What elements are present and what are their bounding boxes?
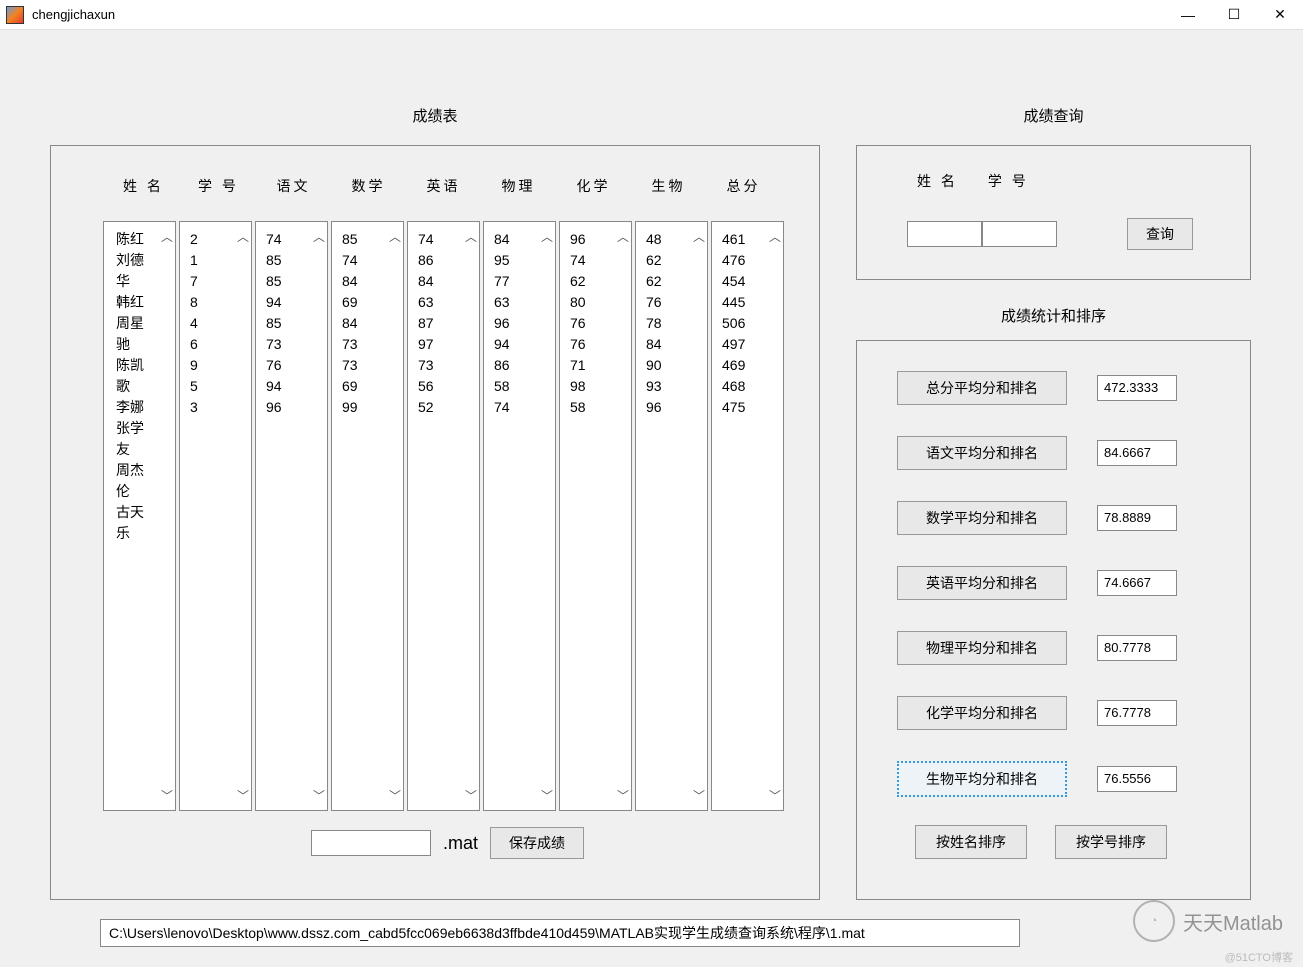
score-table-title: 成绩表: [50, 105, 820, 126]
list-physics[interactable]: 84 95 77 63 96 94 86 58 74︿﹀: [483, 221, 556, 811]
close-button[interactable]: ✕: [1257, 0, 1303, 30]
scroll-up-icon[interactable]: ︿: [161, 228, 173, 245]
list-chinese[interactable]: 74 85 85 94 85 73 76 94 96︿﹀: [255, 221, 328, 811]
filename-input[interactable]: [311, 830, 431, 856]
sort-by-id-button[interactable]: 按学号排序: [1055, 825, 1167, 859]
scroll-down-icon[interactable]: ﹀: [617, 787, 629, 804]
sort-by-name-button[interactable]: 按姓名排序: [915, 825, 1027, 859]
scroll-down-icon[interactable]: ﹀: [389, 787, 401, 804]
col-header-chemistry: 化学: [556, 176, 631, 196]
stats-title: 成绩统计和排序: [856, 305, 1251, 326]
scroll-up-icon[interactable]: ︿: [617, 228, 629, 245]
watermark-small: @51CTO博客: [1225, 949, 1293, 965]
query-name-input[interactable]: [907, 221, 982, 247]
list-english[interactable]: 74 86 84 63 87 97 73 56 52︿﹀: [407, 221, 480, 811]
stat-math-value: 78.8889: [1097, 505, 1177, 531]
file-path-box[interactable]: [100, 919, 1020, 947]
scroll-up-icon[interactable]: ︿: [769, 228, 781, 245]
stat-physics-value: 80.7778: [1097, 635, 1177, 661]
scroll-down-icon[interactable]: ﹀: [237, 787, 249, 804]
stat-chemistry-button[interactable]: 化学平均分和排名: [897, 696, 1067, 730]
watermark-text: 天天Matlab: [1183, 907, 1283, 936]
watermark: ◔ 天天Matlab: [1133, 900, 1283, 942]
scroll-down-icon[interactable]: ﹀: [541, 787, 553, 804]
query-button[interactable]: 查询: [1127, 218, 1193, 250]
scroll-down-icon[interactable]: ﹀: [161, 787, 173, 804]
stats-frame: 总分平均分和排名 472.3333 语文平均分和排名 84.6667 数学平均分和排…: [856, 340, 1251, 900]
query-name-label: 姓 名: [917, 171, 958, 191]
list-biology[interactable]: 48 62 62 76 78 84 90 93 96︿﹀: [635, 221, 708, 811]
save-row: .mat 保存成绩: [311, 827, 584, 859]
stat-total-button[interactable]: 总分平均分和排名: [897, 371, 1067, 405]
list-total[interactable]: 461 476 454 445 506 497 469 468 475︿﹀: [711, 221, 784, 811]
list-math[interactable]: 85 74 84 69 84 73 73 69 99︿﹀: [331, 221, 404, 811]
score-table-frame: 姓 名 学 号 语文 数学 英语 物理 化学 生物 总分 陈红 刘德 华 韩红 …: [50, 145, 820, 900]
client-area: 成绩表 姓 名 学 号 语文 数学 英语 物理 化学 生物 总分 陈红 刘德 华…: [0, 30, 1303, 967]
stat-biology-value: 76.5556: [1097, 766, 1177, 792]
table-headers: 姓 名 学 号 语文 数学 英语 物理 化学 生物 总分: [106, 176, 781, 196]
query-title: 成绩查询: [856, 105, 1251, 126]
mat-ext-label: .mat: [443, 833, 478, 854]
col-header-physics: 物理: [481, 176, 556, 196]
stat-chinese-value: 84.6667: [1097, 440, 1177, 466]
maximize-button[interactable]: ☐: [1211, 0, 1257, 30]
stat-english-button[interactable]: 英语平均分和排名: [897, 566, 1067, 600]
col-header-name: 姓 名: [106, 176, 181, 196]
col-header-total: 总分: [706, 176, 781, 196]
col-header-chinese: 语文: [256, 176, 331, 196]
query-frame: 姓 名 学 号 查询: [856, 145, 1251, 280]
stat-chinese-button[interactable]: 语文平均分和排名: [897, 436, 1067, 470]
scroll-down-icon[interactable]: ﹀: [769, 787, 781, 804]
list-id[interactable]: 2 1 7 8 4 6 9 5 3︿﹀: [179, 221, 252, 811]
stat-biology-button[interactable]: 生物平均分和排名: [897, 761, 1067, 797]
scroll-down-icon[interactable]: ﹀: [465, 787, 477, 804]
list-chemistry[interactable]: 96 74 62 80 76 76 71 98 58︿﹀: [559, 221, 632, 811]
minimize-button[interactable]: —: [1165, 0, 1211, 30]
stat-chemistry-value: 76.7778: [1097, 700, 1177, 726]
scroll-down-icon[interactable]: ﹀: [313, 787, 325, 804]
stat-english-value: 74.6667: [1097, 570, 1177, 596]
col-header-biology: 生物: [631, 176, 706, 196]
matlab-icon: [6, 6, 24, 24]
scroll-up-icon[interactable]: ︿: [693, 228, 705, 245]
col-header-english: 英语: [406, 176, 481, 196]
scroll-down-icon[interactable]: ﹀: [693, 787, 705, 804]
query-id-input[interactable]: [982, 221, 1057, 247]
col-header-id: 学 号: [181, 176, 256, 196]
col-header-math: 数学: [331, 176, 406, 196]
window-title: chengjichaxun: [32, 7, 115, 22]
scroll-up-icon[interactable]: ︿: [389, 228, 401, 245]
listboxes: 陈红 刘德 华 韩红 周星 驰 陈凯 歌 李娜 张学 友 周杰 伦 古天 乐︿﹀…: [103, 221, 784, 811]
titlebar: chengjichaxun — ☐ ✕: [0, 0, 1303, 30]
wechat-icon: ◔: [1133, 900, 1175, 942]
scroll-up-icon[interactable]: ︿: [541, 228, 553, 245]
stat-math-button[interactable]: 数学平均分和排名: [897, 501, 1067, 535]
scroll-up-icon[interactable]: ︿: [237, 228, 249, 245]
app-window: chengjichaxun — ☐ ✕ 成绩表 姓 名 学 号 语文 数学 英语…: [0, 0, 1303, 967]
scroll-up-icon[interactable]: ︿: [465, 228, 477, 245]
stat-physics-button[interactable]: 物理平均分和排名: [897, 631, 1067, 665]
save-button[interactable]: 保存成绩: [490, 827, 584, 859]
list-name[interactable]: 陈红 刘德 华 韩红 周星 驰 陈凯 歌 李娜 张学 友 周杰 伦 古天 乐︿﹀: [103, 221, 176, 811]
query-id-label: 学 号: [988, 171, 1029, 191]
scroll-up-icon[interactable]: ︿: [313, 228, 325, 245]
stat-total-value: 472.3333: [1097, 375, 1177, 401]
